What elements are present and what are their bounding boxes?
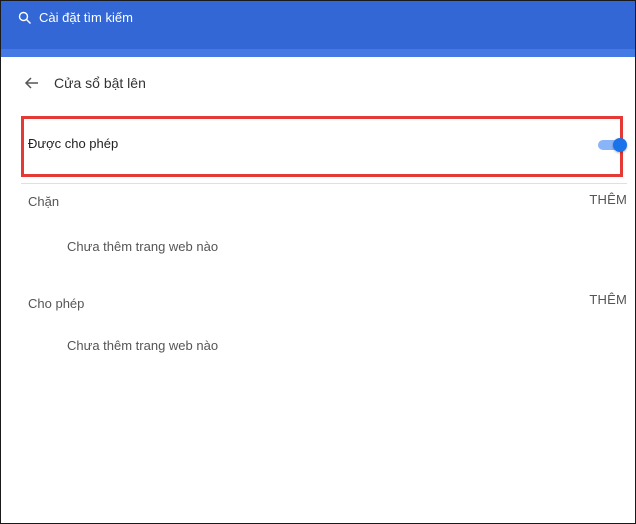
search-input[interactable]: Cài đặt tìm kiếm [39,9,133,27]
header-strip [1,49,635,57]
search-bar[interactable]: Cài đặt tìm kiếm [1,1,635,49]
search-icon [18,11,31,24]
block-section-label: Chặn [28,194,60,209]
settings-window: Cài đặt tìm kiếm Cửa sổ bật lên Được cho… [0,0,636,524]
block-add-button[interactable]: THÊM [589,192,627,207]
toggle-thumb [613,138,627,152]
back-arrow-icon[interactable] [23,74,41,92]
page-title: Cửa sổ bật lên [54,75,146,91]
divider [21,183,627,184]
allow-add-button[interactable]: THÊM [589,292,627,307]
block-empty-text: Chưa thêm trang web nào [67,239,219,254]
allowed-label: Được cho phép [28,136,119,151]
allowed-toggle[interactable] [596,137,628,153]
allow-section-label: Cho phép [28,296,85,311]
allow-empty-text: Chưa thêm trang web nào [67,338,219,353]
